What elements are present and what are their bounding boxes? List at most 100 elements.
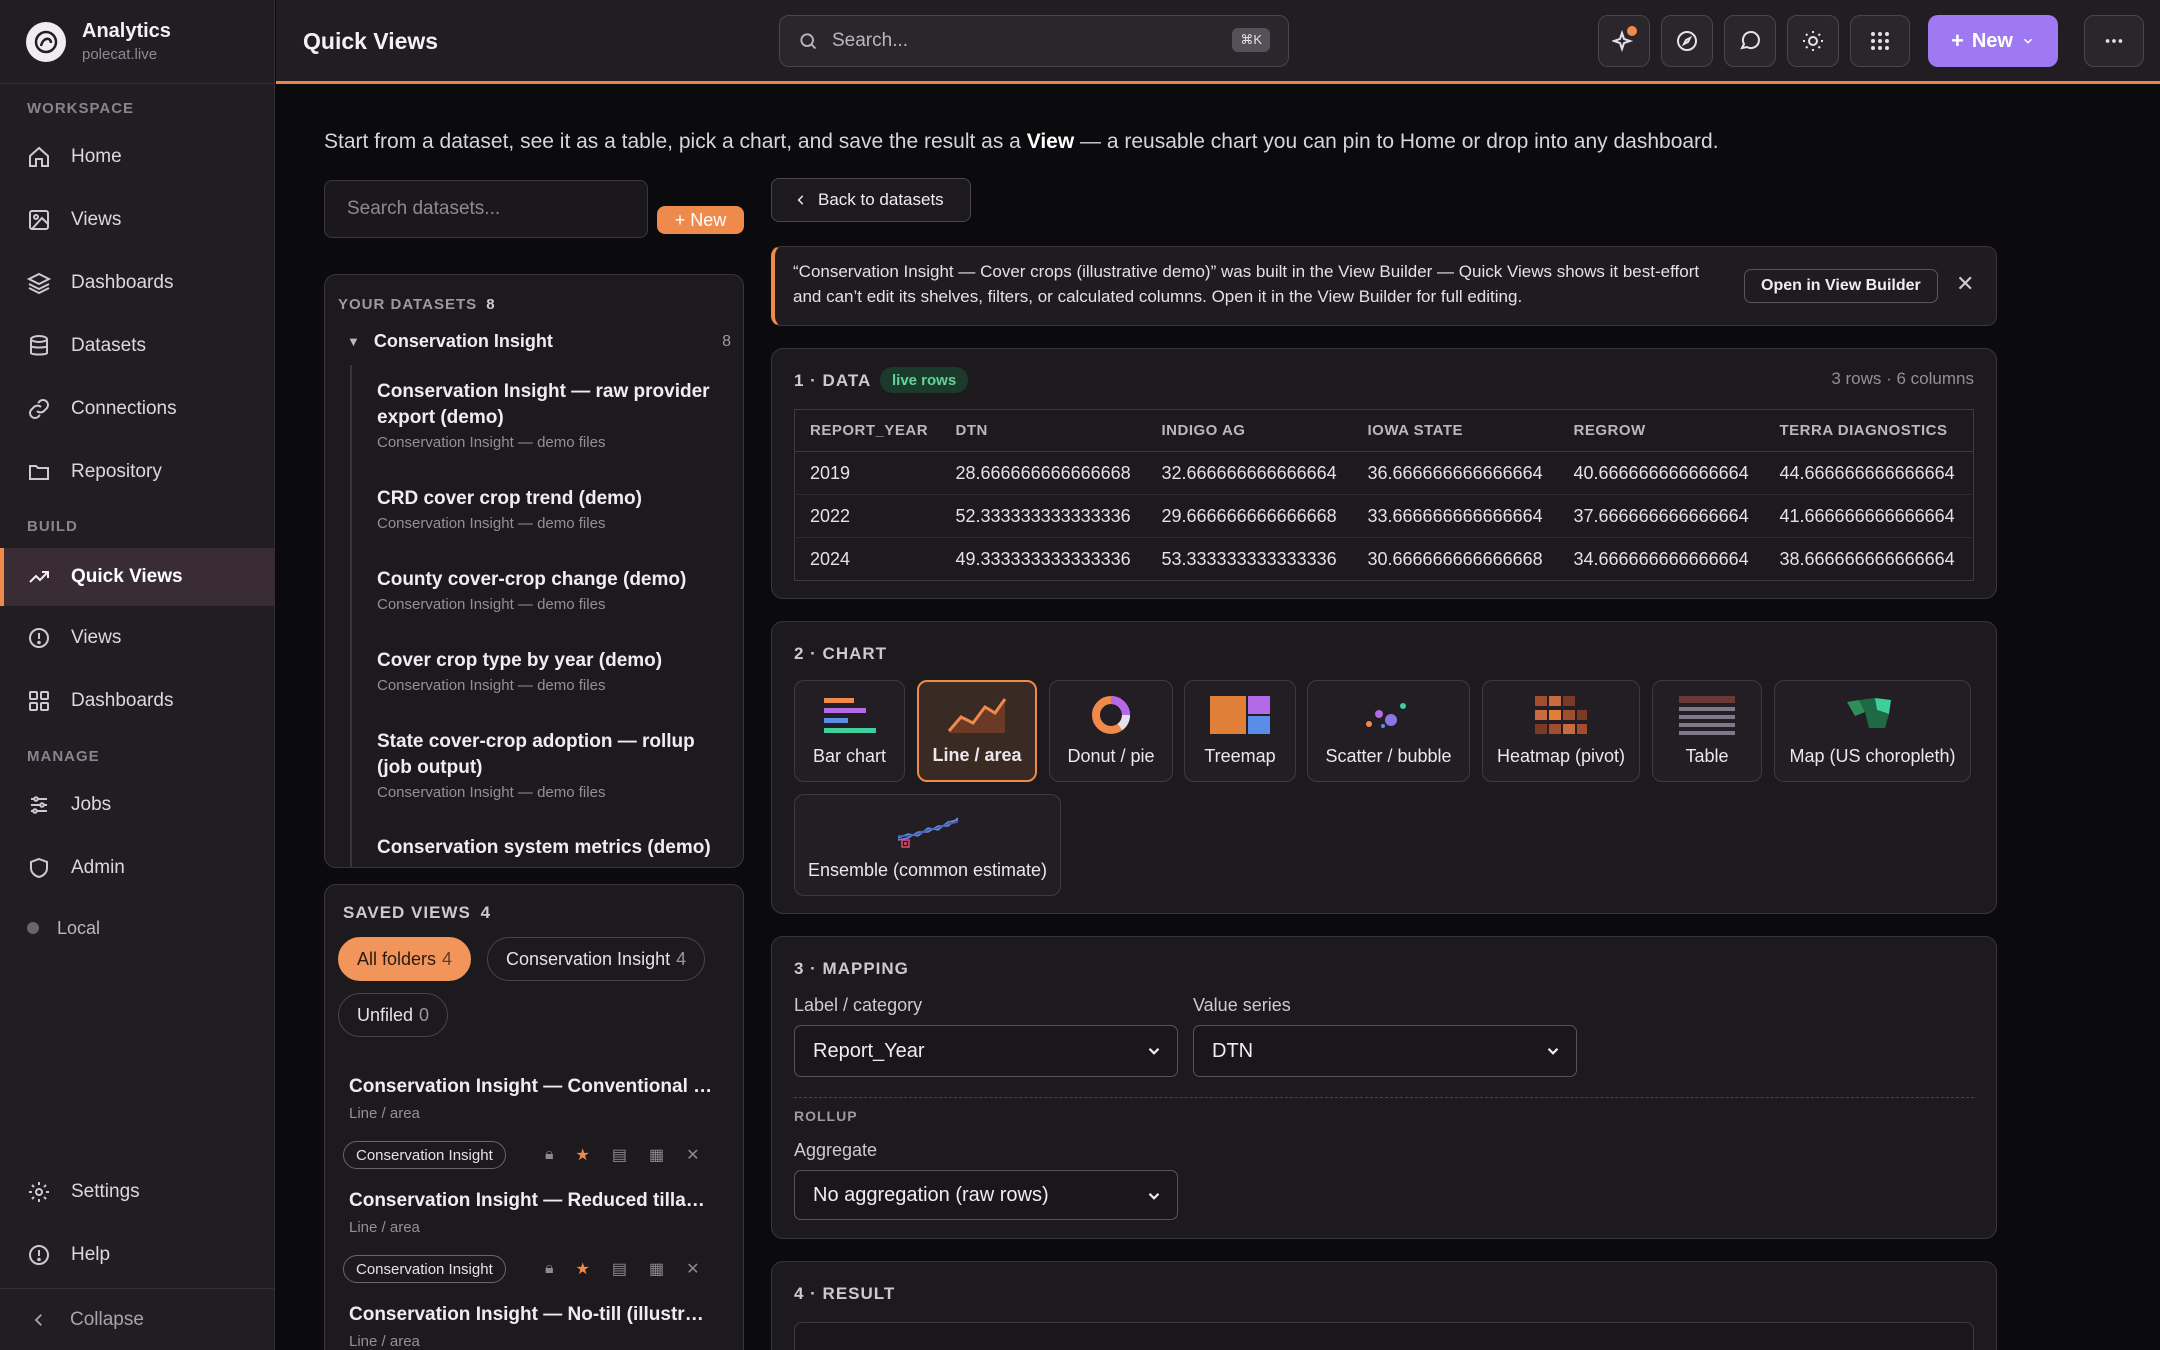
chart-type-table[interactable]: Table <box>1652 680 1762 782</box>
sidebar-item-label: Dashboards <box>71 690 174 711</box>
sidebar-item-connections[interactable]: Connections <box>0 383 274 435</box>
sidebar-item-views-build[interactable]: Views <box>0 612 274 664</box>
brand[interactable]: Analytics polecat.live <box>0 0 274 84</box>
star-icon[interactable]: ★ <box>576 1145 590 1165</box>
grid-view-icon[interactable]: ▦ <box>649 1259 664 1279</box>
column-header[interactable]: REPORT_YEAR <box>794 409 941 452</box>
table-cell: 49.333333333333336 <box>955 548 1131 569</box>
new-dataset-button[interactable]: + New <box>657 206 744 234</box>
chart-type-treemap[interactable]: Treemap <box>1184 680 1296 782</box>
env-label: Local <box>57 917 101 938</box>
table-icon[interactable]: ▤ <box>612 1145 627 1165</box>
aggregate-select[interactable]: No aggregation (raw rows) <box>794 1170 1178 1220</box>
help-icon <box>29 1245 49 1265</box>
intro-text: Start from a dataset, see it as a table,… <box>324 130 1719 153</box>
column-header[interactable]: INDIGO AG <box>1146 409 1353 452</box>
open-in-view-builder-button[interactable]: Open in View Builder <box>1744 269 1938 303</box>
ai-assistant-button[interactable] <box>1598 15 1650 67</box>
chart-panel: 2 · CHART Bar chart Line / area Donut / … <box>771 621 1997 914</box>
status-dot-icon <box>27 922 39 934</box>
sidebar-item-dashboards[interactable]: Dashboards <box>0 257 274 309</box>
sidebar-item-label: Connections <box>71 398 177 419</box>
column-header[interactable]: IOWA STATE <box>1352 409 1559 452</box>
value-series-label: Value series <box>1193 995 1291 1015</box>
lock-icon[interactable]: 🔒︎ <box>545 1260 554 1278</box>
dataset-item[interactable]: Conservation Insight — raw provider expo… <box>377 379 717 451</box>
delete-icon[interactable]: ✕ <box>686 1259 699 1279</box>
more-menu-button[interactable] <box>2084 15 2144 67</box>
back-to-datasets-button[interactable]: Back to datasets <box>771 178 971 222</box>
sidebar-item-label: Help <box>71 1244 111 1265</box>
dataset-item[interactable]: CRD cover crop trend (demo) Conservation… <box>377 486 717 532</box>
sidebar-item-label: Datasets <box>71 335 146 356</box>
dataset-item[interactable]: State cover-crop adoption — rollup (job … <box>377 729 717 801</box>
filter-all-folders[interactable]: All folders 4 <box>338 937 472 981</box>
sidebar-item-views[interactable]: Views <box>0 194 274 246</box>
filter-conservation-insight[interactable]: Conservation Insight 4 <box>487 937 706 981</box>
trend-icon <box>29 571 49 583</box>
chart-type-line-area[interactable]: Line / area <box>917 680 1037 782</box>
chevron-down-icon <box>1148 1047 1160 1055</box>
value-series-select[interactable]: DTN <box>1193 1025 1577 1077</box>
home-icon <box>29 146 49 167</box>
sidebar-item-quick-views[interactable]: Quick Views <box>0 548 274 606</box>
sidebar-item-settings[interactable]: Settings <box>0 1166 274 1218</box>
grid-view-icon[interactable]: ▦ <box>649 1145 664 1165</box>
sidebar-item-help[interactable]: Help <box>0 1229 274 1281</box>
star-icon[interactable]: ★ <box>576 1259 590 1279</box>
explore-button[interactable] <box>1661 15 1713 67</box>
delete-icon[interactable]: ✕ <box>686 1145 699 1165</box>
chart-type-ensemble[interactable]: Ensemble (common estimate) <box>794 794 1061 896</box>
chart-type-scatter-bubble[interactable]: Scatter / bubble <box>1307 680 1470 782</box>
top-bar: Quick Views Search... ⌘K + New <box>276 0 2160 84</box>
collapse-button[interactable]: Collapse <box>0 1288 274 1350</box>
sidebar-item-label: Home <box>71 146 122 167</box>
new-button[interactable]: + New <box>1928 15 2058 67</box>
dataset-item[interactable]: Conservation system metrics (demo) <box>377 835 717 861</box>
dataset-group-toggle[interactable]: ▼ Conservation Insight 8 <box>347 331 731 352</box>
saved-view-title[interactable]: Conservation Insight — Conventional (il.… <box>349 1076 713 1098</box>
close-icon[interactable]: ✕ <box>1956 271 1974 297</box>
saved-view-title[interactable]: Conservation Insight — Reduced tillage .… <box>349 1190 713 1212</box>
image-icon <box>29 210 49 230</box>
saved-view-title[interactable]: Conservation Insight — No-till (illustra… <box>349 1304 713 1326</box>
sidebar-item-home[interactable]: Home <box>0 131 274 183</box>
saved-view-folder-tag[interactable]: Conservation Insight <box>343 1255 506 1283</box>
sidebar-item-datasets[interactable]: Datasets <box>0 320 274 372</box>
chat-icon <box>1740 31 1760 50</box>
global-search-input[interactable]: Search... ⌘K <box>779 15 1289 67</box>
sidebar-item-jobs[interactable]: Jobs <box>0 779 274 831</box>
label-category-select[interactable]: Report_Year <box>794 1025 1178 1077</box>
rollup-label: ROLLUP <box>794 1108 858 1124</box>
column-header[interactable]: DTN <box>940 409 1147 452</box>
collapse-label: Collapse <box>70 1308 144 1330</box>
saved-view-type: Line / area <box>349 1105 420 1122</box>
apps-menu-button[interactable] <box>1850 15 1910 67</box>
saved-view-actions: 🔒︎ ★ ▤ ▦ ✕ <box>545 1259 700 1279</box>
sidebar-item-label: Repository <box>71 461 162 482</box>
sidebar-item-label: Quick Views <box>71 566 183 587</box>
table-icon[interactable]: ▤ <box>612 1259 627 1279</box>
lock-icon[interactable]: 🔒︎ <box>545 1146 554 1164</box>
chart-type-heatmap[interactable]: Heatmap (pivot) <box>1482 680 1640 782</box>
table-cell: 40.666666666666664 <box>1558 451 1765 495</box>
column-header[interactable]: TERRA DIAGNOSTICS <box>1764 409 1974 452</box>
sidebar-item-dashboards-build[interactable]: Dashboards <box>0 675 274 727</box>
sidebar-item-admin[interactable]: Admin <box>0 842 274 894</box>
comments-button[interactable] <box>1724 15 1776 67</box>
saved-view-type: Line / area <box>349 1333 420 1350</box>
dataset-search-input[interactable]: Search datasets... <box>324 180 648 238</box>
chart-type-donut-pie[interactable]: Donut / pie <box>1049 680 1173 782</box>
chart-type-bar[interactable]: Bar chart <box>794 680 905 782</box>
table-row: 2024 49.333333333333336 53.3333333333333… <box>795 538 1974 581</box>
column-header[interactable]: REGROW <box>1558 409 1765 452</box>
theme-toggle-button[interactable] <box>1787 15 1839 67</box>
dataset-item[interactable]: County cover-crop change (demo) Conserva… <box>377 567 717 613</box>
sidebar-item-label: Jobs <box>71 794 112 815</box>
result-panel: 4 · RESULT <box>771 1261 1997 1350</box>
saved-view-folder-tag[interactable]: Conservation Insight <box>343 1141 506 1169</box>
filter-unfiled[interactable]: Unfiled 0 <box>338 993 449 1037</box>
chart-type-map[interactable]: Map (US choropleth) <box>1774 680 1971 782</box>
dataset-item[interactable]: Cover crop type by year (demo) Conservat… <box>377 648 717 694</box>
sidebar-item-repository[interactable]: Repository <box>0 446 274 498</box>
